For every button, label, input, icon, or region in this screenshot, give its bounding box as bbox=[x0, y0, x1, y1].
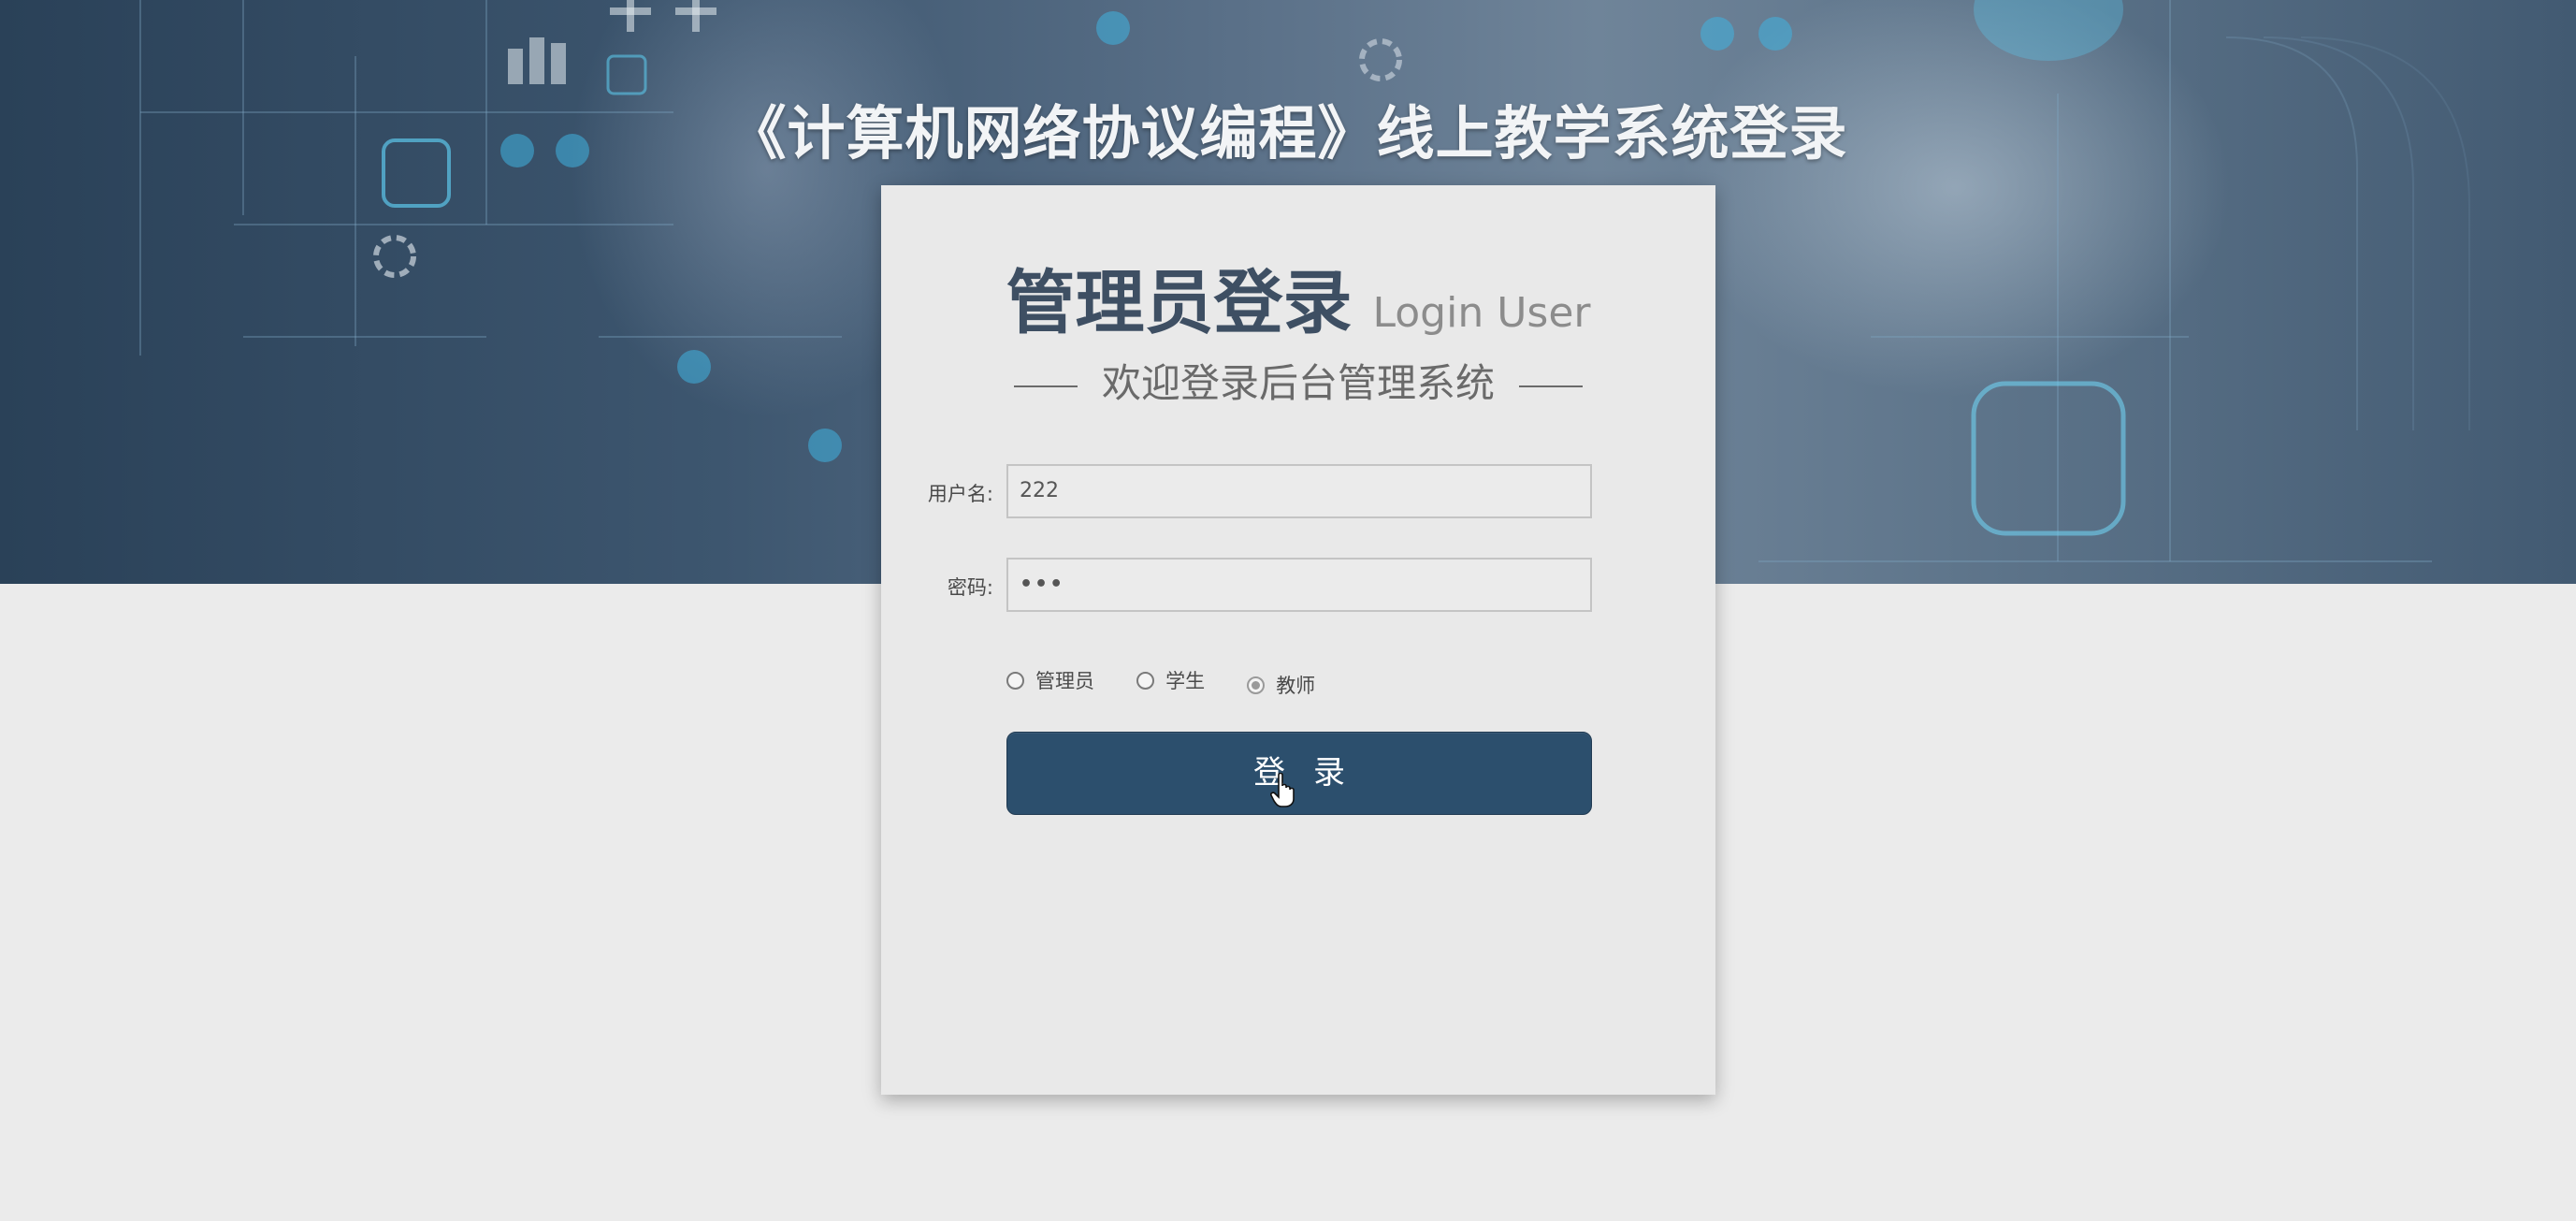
heading-title: 管理员登录 bbox=[1006, 263, 1353, 343]
radio-teacher[interactable] bbox=[1247, 676, 1266, 694]
login-card: 管理员登录 Login User 欢迎登录后台管理系统 用户名: 222 密码: … bbox=[881, 185, 1715, 1095]
role-option-student[interactable]: 学生 bbox=[1136, 666, 1205, 694]
password-label: 密码: bbox=[947, 576, 993, 599]
role-label-student: 学生 bbox=[1165, 670, 1206, 692]
login-page: 《计算机网络协议编程》线上教学系统登录 管理员登录 Login User 欢迎登录… bbox=[0, 0, 2576, 1221]
login-button[interactable]: 登录 bbox=[1006, 732, 1592, 815]
password-input[interactable]: ••• bbox=[1006, 558, 1592, 612]
role-option-teacher[interactable]: 教师 bbox=[1247, 671, 1315, 699]
role-option-admin[interactable]: 管理员 bbox=[1006, 666, 1094, 694]
username-input[interactable]: 222 bbox=[1006, 464, 1592, 518]
role-radio-group: 管理员 学生 教师 bbox=[1006, 666, 1353, 697]
page-title: 《计算机网络协议编程》线上教学系统登录 bbox=[728, 99, 1848, 167]
hand-pointer-icon bbox=[1270, 773, 1295, 807]
welcome-text: 欢迎登录后台管理系统 bbox=[1101, 360, 1495, 406]
welcome-line: 欢迎登录后台管理系统 bbox=[881, 352, 1715, 409]
divider-right bbox=[1519, 385, 1583, 387]
username-label: 用户名: bbox=[927, 483, 993, 505]
radio-student[interactable] bbox=[1136, 671, 1155, 690]
login-heading: 管理员登录 Login User bbox=[881, 247, 1715, 347]
role-label-admin: 管理员 bbox=[1035, 670, 1094, 692]
divider-left bbox=[1013, 385, 1078, 387]
heading-subtitle: Login User bbox=[1372, 289, 1591, 337]
radio-admin[interactable] bbox=[1006, 671, 1024, 690]
role-label-teacher: 教师 bbox=[1276, 675, 1316, 697]
